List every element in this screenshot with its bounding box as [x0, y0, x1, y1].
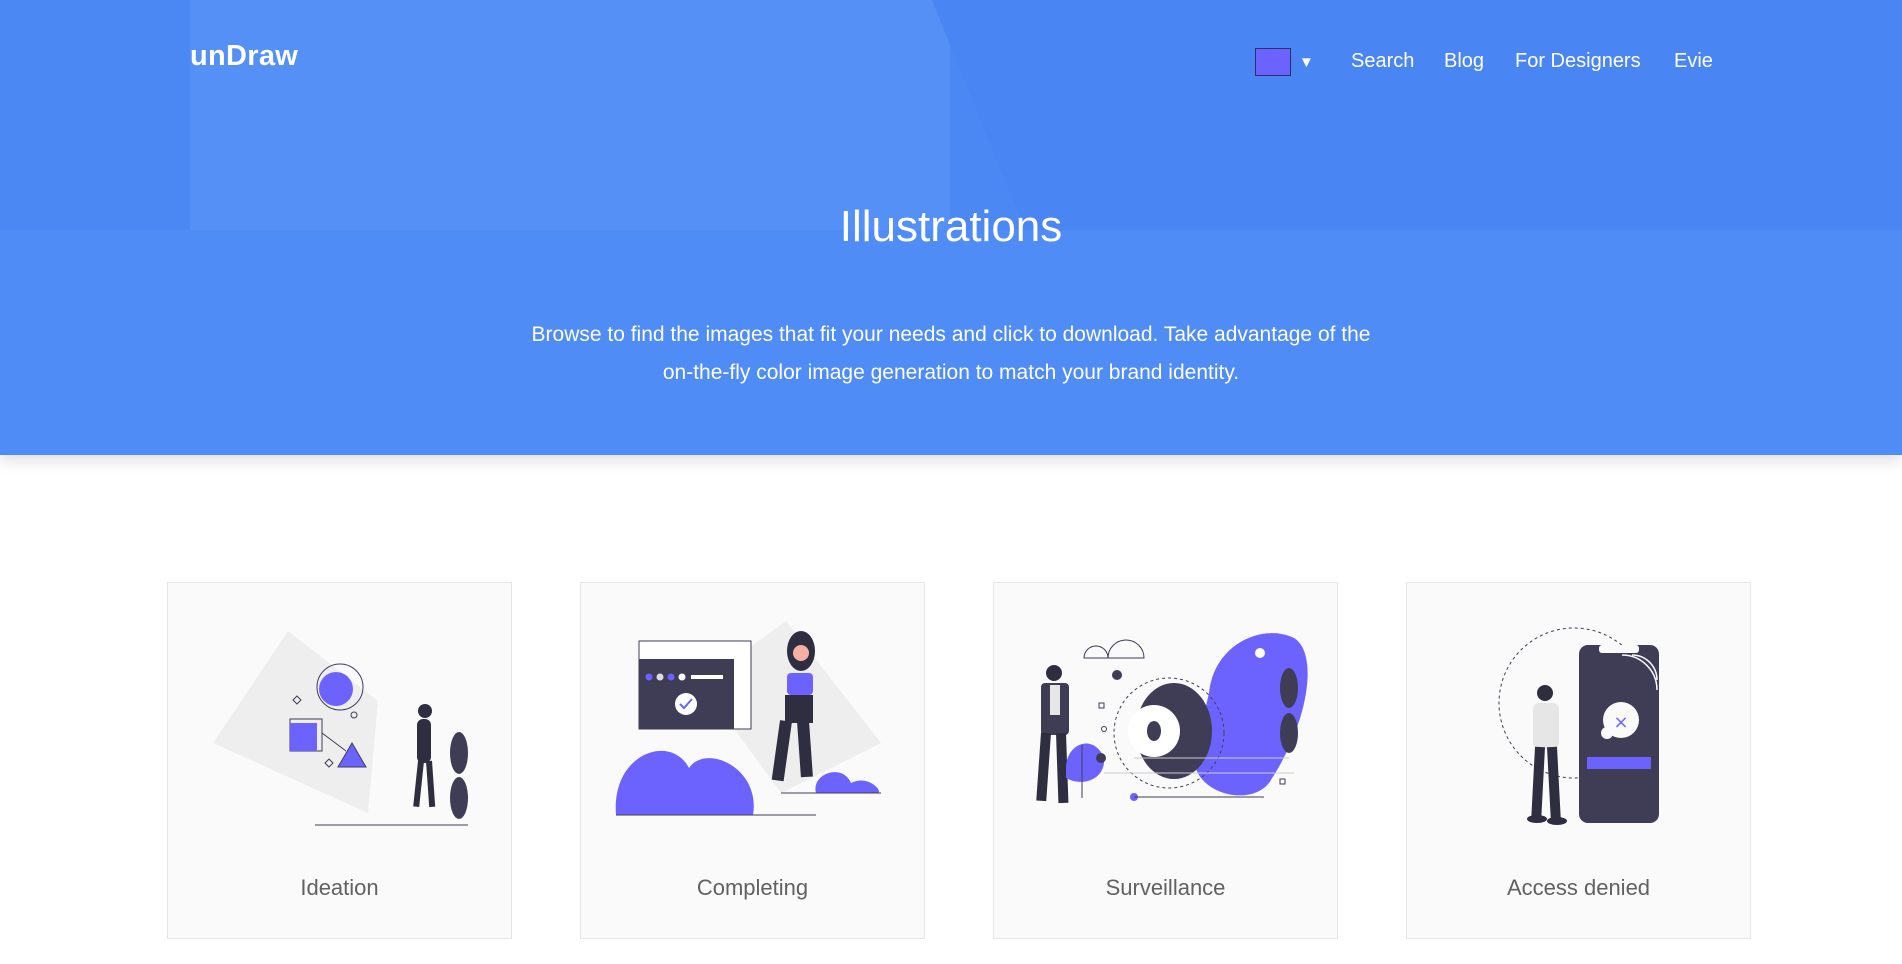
- access-denied-illustration: ×: [1498, 627, 1659, 825]
- completing-illustration: [615, 621, 881, 816]
- hero-background-shape: [931, 0, 1902, 230]
- svg-text:×: ×: [1613, 712, 1628, 733]
- color-swatch[interactable]: [1255, 48, 1291, 76]
- top-nav: ▼ Search Blog For Designers Evie: [0, 48, 1902, 78]
- illustration-label: Completing: [696, 875, 809, 900]
- page-description: Browse to find the images that fit your …: [531, 323, 1371, 384]
- illustration-label: Surveillance: [1105, 875, 1226, 900]
- chevron-down-icon[interactable]: ▼: [1299, 54, 1314, 71]
- hero-background-shape: [190, 0, 950, 230]
- nav-blog[interactable]: Blog: [1444, 50, 1484, 73]
- illustration-card-ideation[interactable]: Ideation: [167, 582, 512, 939]
- illustration-label: Access denied: [1506, 875, 1651, 900]
- hero-header: unDraw ▼ Search Blog For Designers Evie …: [0, 0, 1902, 455]
- illustration-card-access-denied[interactable]: × Access denied: [1406, 582, 1751, 939]
- nav-for-designers[interactable]: For Designers: [1515, 50, 1641, 73]
- ideation-illustration: [213, 631, 468, 826]
- illustration-label: Ideation: [300, 875, 379, 900]
- nav-search[interactable]: Search: [1351, 50, 1414, 73]
- color-picker[interactable]: ▼: [1255, 48, 1314, 76]
- illustration-card-surveillance[interactable]: Surveillance: [993, 582, 1338, 939]
- nav-user-evie[interactable]: Evie: [1674, 50, 1713, 73]
- page-title: Illustrations: [839, 202, 1063, 251]
- surveillance-illustration: [1036, 633, 1308, 804]
- illustration-card-completing[interactable]: Completing: [580, 582, 925, 939]
